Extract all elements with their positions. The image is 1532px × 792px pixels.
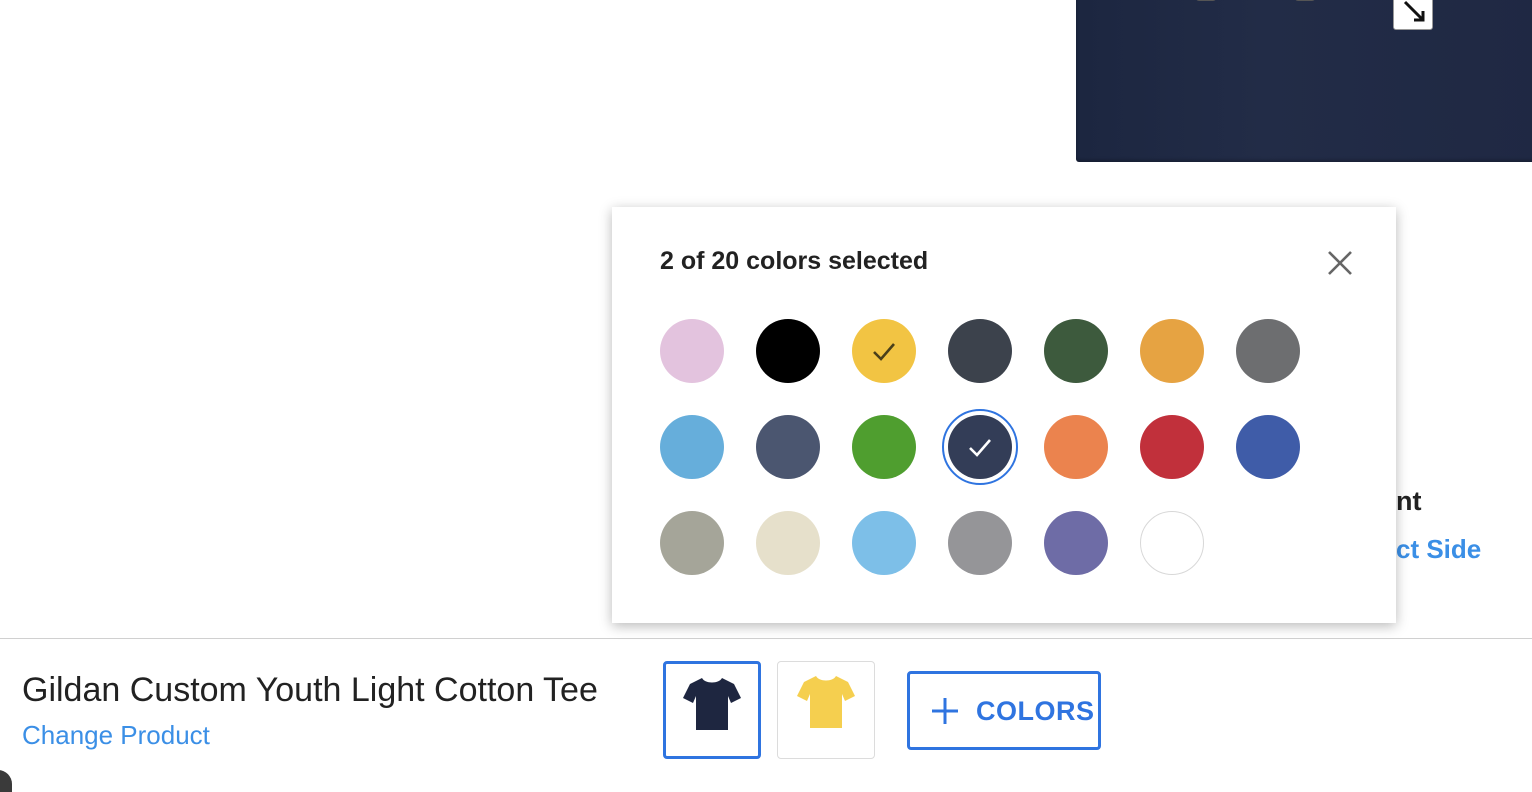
color-swatch[interactable] <box>756 415 820 479</box>
color-swatch[interactable] <box>948 319 1012 383</box>
selection-handle[interactable] <box>1295 0 1315 1</box>
tshirt-icon <box>683 678 741 730</box>
product-name: Gildan Custom Youth Light Cotton Tee <box>22 671 598 709</box>
close-button[interactable] <box>1326 249 1354 277</box>
shirt-preview <box>1076 0 1532 162</box>
product-thumbnail-yellow[interactable] <box>777 661 875 759</box>
color-swatch[interactable] <box>1140 319 1204 383</box>
selection-handle[interactable] <box>1196 0 1216 1</box>
popover-title: 2 of 20 colors selected <box>660 247 929 275</box>
add-colors-button[interactable]: COLORS <box>907 671 1101 750</box>
color-swatch[interactable] <box>660 511 724 575</box>
color-swatch[interactable] <box>948 511 1012 575</box>
color-swatch[interactable] <box>1044 415 1108 479</box>
color-swatch[interactable] <box>852 511 916 575</box>
resize-diagonal-icon <box>1403 0 1425 22</box>
resize-handle[interactable] <box>1393 0 1433 30</box>
colors-button-label: COLORS <box>976 696 1095 726</box>
close-icon <box>1328 251 1352 275</box>
color-swatch[interactable] <box>660 319 724 383</box>
color-swatch[interactable] <box>1140 415 1204 479</box>
color-swatch[interactable] <box>1236 415 1300 479</box>
plus-icon <box>932 698 958 724</box>
color-swatch[interactable] <box>660 415 724 479</box>
color-picker-popover: 2 of 20 colors selected <box>612 207 1396 623</box>
side-label: nt <box>1396 486 1422 516</box>
select-side-link[interactable]: ct Side <box>1396 534 1481 565</box>
swatch-grid <box>660 319 1300 575</box>
color-swatch[interactable] <box>756 511 820 575</box>
product-bar: Gildan Custom Youth Light Cotton Tee Cha… <box>0 639 1532 792</box>
color-swatch[interactable] <box>942 409 1018 485</box>
color-swatch[interactable] <box>1044 319 1108 383</box>
checkmark-icon <box>873 343 895 361</box>
checkmark-icon <box>969 439 991 457</box>
color-swatch[interactable] <box>852 319 916 383</box>
product-thumbnail-navy[interactable] <box>663 661 761 759</box>
color-swatch[interactable] <box>1236 319 1300 383</box>
color-swatch[interactable] <box>756 319 820 383</box>
change-product-link[interactable]: Change Product <box>22 720 210 751</box>
color-swatch[interactable] <box>852 415 916 479</box>
color-swatch[interactable] <box>1140 511 1204 575</box>
color-swatch[interactable] <box>1044 511 1108 575</box>
tshirt-icon <box>797 676 855 728</box>
